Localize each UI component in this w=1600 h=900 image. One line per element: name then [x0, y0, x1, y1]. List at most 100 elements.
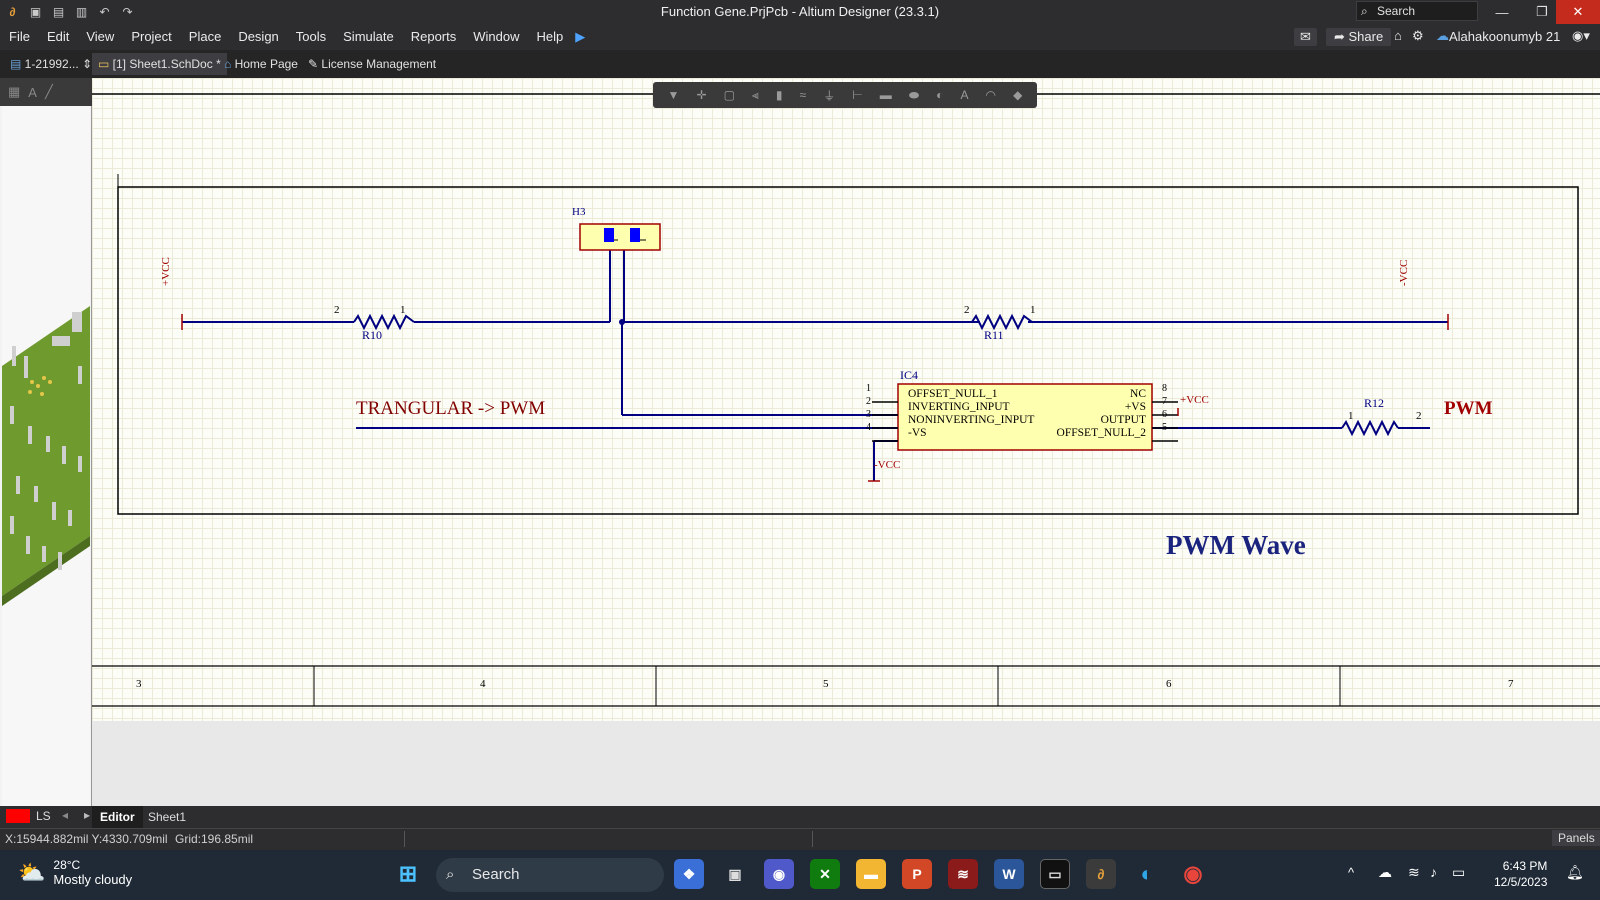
text-tool-icon[interactable]: A: [28, 85, 37, 100]
menu-bar: File Edit View Project Place Design Tools Simul…: [0, 24, 1600, 50]
pwm-port-label[interactable]: PWM: [1444, 398, 1493, 420]
menu-item-reports[interactable]: Reports: [402, 29, 465, 45]
word-icon[interactable]: W: [994, 859, 1024, 889]
ic4-right-pin-numbers: 8 7 6 5: [1162, 382, 1167, 434]
save-all-icon[interactable]: ▤: [50, 3, 67, 20]
layer-color-swatch[interactable]: [6, 809, 30, 823]
ls-button[interactable]: LS: [36, 809, 51, 823]
filter-icon[interactable]: ▼: [668, 88, 680, 102]
power-port-plus-vcc[interactable]: +VCC: [160, 257, 172, 286]
project-selector-label: 1-21992...: [24, 57, 79, 71]
project-icon: ▤: [10, 57, 25, 71]
volume-icon[interactable]: ♪: [1430, 864, 1437, 880]
menu-item-window[interactable]: Window: [464, 29, 527, 45]
tab-home-page[interactable]: ⌂ Home Page: [218, 53, 304, 75]
cloud-icon: ☁: [1436, 28, 1449, 43]
project-selector[interactable]: ▤ 1-21992... ⇕: [4, 53, 98, 75]
tab-sheet1[interactable]: ▭ [1] Sheet1.SchDoc *: [92, 53, 227, 75]
line-tool-icon[interactable]: ╱: [45, 84, 53, 100]
menu-item-place[interactable]: Place: [180, 29, 230, 45]
terminal-icon[interactable]: ▭: [1040, 859, 1070, 889]
menu-item-project[interactable]: Project: [122, 29, 179, 45]
house-icon: ⌂: [224, 57, 235, 71]
panels-button[interactable]: Panels: [1552, 830, 1600, 846]
note-text[interactable]: TRANGULAR -> PWM: [356, 398, 545, 420]
scroll-left-icon[interactable]: ◂: [62, 808, 68, 822]
wifi-icon[interactable]: ≋: [1408, 864, 1420, 881]
ic4-power-minus-vcc[interactable]: -VCC: [874, 459, 900, 471]
menu-item-edit[interactable]: Edit: [38, 29, 77, 45]
task-view-icon[interactable]: ▣: [720, 859, 750, 889]
onedrive-icon[interactable]: ☁: [1378, 864, 1392, 881]
home-icon[interactable]: ⌂: [1394, 28, 1402, 43]
ic4-pin-name: OFFSET_NULL_1: [908, 388, 998, 400]
ic4-power-plus-vcc[interactable]: +VCC: [1180, 394, 1209, 406]
chat-button[interactable]: ✉: [1294, 28, 1317, 46]
altium-logo-icon[interactable]: ∂: [4, 3, 21, 20]
close-button[interactable]: ✕: [1556, 0, 1600, 24]
place-part-icon[interactable]: ▮: [776, 88, 783, 102]
teams-icon[interactable]: ◉: [764, 859, 794, 889]
chrome-icon[interactable]: ◉: [1178, 859, 1208, 889]
ic4-pin-number: 1: [866, 383, 871, 394]
user-account[interactable]: ☁ Alahakoonumyb 21: [1436, 28, 1560, 44]
powerpoint-icon[interactable]: P: [902, 859, 932, 889]
altium-taskbar-icon[interactable]: ∂: [1086, 859, 1116, 889]
tab-sheet1-bottom[interactable]: Sheet1: [148, 806, 186, 828]
text-icon[interactable]: A: [960, 88, 968, 102]
redo-icon[interactable]: ↷: [119, 3, 136, 20]
sheet-title-text[interactable]: PWM Wave: [1166, 530, 1306, 561]
show-hidden-icons-icon[interactable]: ^: [1348, 865, 1354, 880]
gear-icon[interactable]: ⚙: [1412, 28, 1424, 44]
share-button[interactable]: ➦ Share: [1326, 28, 1392, 46]
directive-icon[interactable]: ◐: [936, 88, 943, 102]
minimize-button[interactable]: —: [1480, 0, 1524, 24]
arc-icon[interactable]: ◠: [986, 88, 996, 102]
resistor-r10[interactable]: [353, 313, 415, 331]
schematic-canvas[interactable]: H3 R10 2 1 R11 2 1 R12 1 2 IC4 1 2 3 4 8…: [92, 78, 1600, 806]
resistor-r11[interactable]: [971, 313, 1033, 331]
menu-item-simulate[interactable]: Simulate: [334, 29, 402, 45]
resistor-r12[interactable]: [1341, 419, 1399, 437]
battery-icon[interactable]: ▭: [1452, 864, 1465, 881]
print-icon[interactable]: ▥: [73, 3, 90, 20]
account-menu-icon[interactable]: ◉▾: [1572, 28, 1590, 44]
tab-editor[interactable]: Editor: [92, 806, 143, 828]
start-button[interactable]: ⊞: [393, 859, 423, 889]
chart-tool-icon[interactable]: ▦: [8, 84, 20, 100]
tab-license-management[interactable]: ✎ License Management: [302, 53, 442, 75]
menu-item-help[interactable]: Help: [528, 29, 572, 45]
menu-item-design[interactable]: Design: [229, 29, 286, 45]
play-help-icon[interactable]: ▶: [571, 29, 589, 45]
xbox-icon[interactable]: ✕: [810, 859, 840, 889]
select-rect-icon[interactable]: ▢: [724, 88, 735, 102]
pin-icon[interactable]: ⊢: [852, 88, 862, 102]
weather-widget[interactable]: ⛅ 28°C Mostly cloudy: [18, 858, 132, 887]
header-h3[interactable]: [579, 223, 661, 251]
undo-icon[interactable]: ↶: [96, 3, 113, 20]
pcb-3d-preview[interactable]: [2, 106, 90, 806]
sheet-symbol-icon[interactable]: ▬: [880, 88, 892, 102]
taskbar-search[interactable]: ⌕ Search: [436, 858, 664, 892]
cursor-coordinates: X:15944.882mil Y:4330.709mil: [5, 832, 168, 846]
ground-icon[interactable]: ⏚: [823, 87, 835, 104]
port-icon[interactable]: ⬬: [909, 88, 919, 103]
ic4-pin-name: NC: [1130, 388, 1146, 400]
wire-icon[interactable]: ≈: [800, 88, 807, 102]
app-icon[interactable]: ≋: [948, 859, 978, 889]
edge-icon[interactable]: ◐: [1132, 859, 1162, 889]
scroll-right-icon[interactable]: ▸: [84, 808, 90, 822]
copilot-icon[interactable]: ❖: [674, 859, 704, 889]
search-input[interactable]: ⌕ Search: [1356, 1, 1478, 21]
harness-icon[interactable]: ◆: [1013, 88, 1022, 102]
power-port-minus-vcc[interactable]: -VCC: [1398, 260, 1410, 286]
file-explorer-icon[interactable]: ▬: [856, 859, 886, 889]
align-icon[interactable]: ⫷: [752, 88, 759, 103]
menu-item-tools[interactable]: Tools: [287, 29, 334, 45]
clock[interactable]: 6:43 PM 12/5/2023: [1494, 858, 1547, 890]
notification-bell-icon[interactable]: 🔔︎: [1566, 864, 1584, 881]
move-icon[interactable]: ✛: [696, 88, 706, 102]
menu-item-view[interactable]: View: [77, 29, 122, 45]
save-icon[interactable]: ▣: [27, 3, 44, 20]
menu-item-file[interactable]: File: [0, 29, 38, 45]
